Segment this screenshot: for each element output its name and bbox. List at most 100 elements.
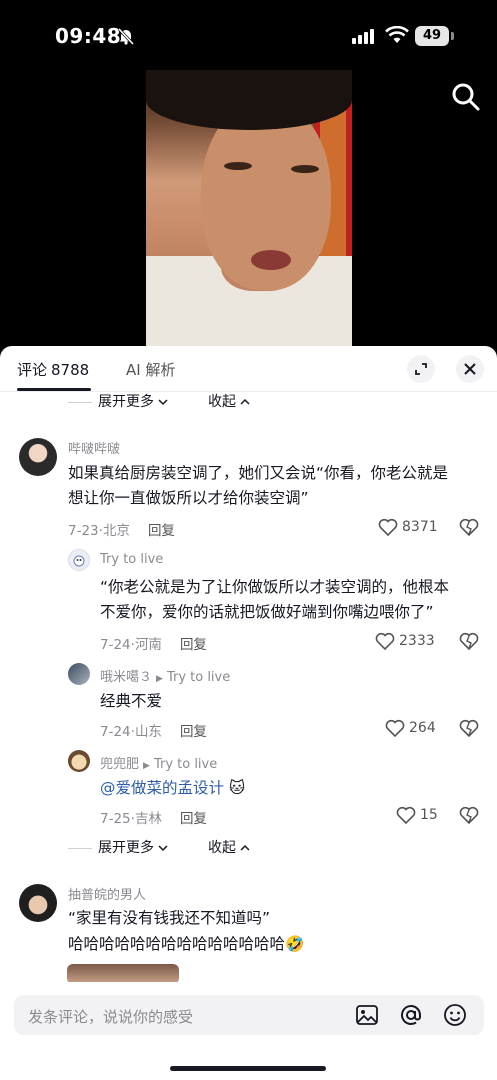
laughing-emoji: 🤣 [285, 935, 305, 953]
left-eye [224, 162, 252, 170]
reply-date: 7-25 [100, 811, 131, 827]
comment-text-line: 如果真给厨房装空调了，她们又会说“你看，你老公就是 [68, 464, 449, 482]
battery-indicator: 49 [415, 26, 449, 46]
chevron-up-icon [240, 398, 250, 405]
status-bar: 09:48 49 [0, 0, 497, 70]
expand-button[interactable] [407, 355, 435, 383]
chevron-up-icon [240, 844, 250, 851]
expand-more-button[interactable]: 展开更多 [98, 840, 168, 856]
reply-author[interactable]: 哦米噶３ [100, 670, 152, 685]
like-button[interactable]: 8371 [378, 518, 438, 536]
collapse-label: 收起 [208, 394, 236, 410]
reply-target[interactable]: Try to live [167, 670, 230, 685]
cat-emoji: 🐱 [228, 779, 246, 797]
heart-icon [378, 518, 398, 536]
video-player[interactable] [146, 70, 352, 346]
divider-line [68, 847, 92, 849]
avatar[interactable] [68, 549, 90, 571]
avatar[interactable] [68, 750, 90, 772]
mention-link[interactable]: @爱做菜的孟设计 [100, 779, 224, 797]
collapse-label: 收起 [208, 840, 236, 856]
dislike-heart-icon[interactable] [459, 806, 479, 824]
expand-more-label: 展开更多 [98, 394, 154, 410]
search-icon[interactable] [449, 80, 483, 114]
reply-location: 吉林 [134, 811, 162, 827]
expand-icon [415, 363, 427, 375]
reply-button[interactable]: 回复 [180, 637, 207, 653]
reply-location: 山东 [134, 724, 162, 740]
thread-expand-row-bottom: 展开更多 收起 [68, 837, 250, 857]
collapse-button[interactable]: 收起 [208, 391, 250, 411]
dislike-heart-icon[interactable] [459, 632, 479, 650]
comment-input-placeholder: 发条评论，说说你的感受 [28, 1008, 194, 1026]
divider-line [68, 401, 92, 403]
chevron-down-icon [158, 399, 168, 406]
reply-location: 河南 [134, 637, 162, 653]
comment-input[interactable]: 发条评论，说说你的感受 [14, 995, 484, 1035]
comment-text-line: 哈哈哈哈哈哈哈哈哈哈哈哈哈哈🤣 [68, 932, 304, 957]
right-eye [291, 165, 319, 173]
comment-username[interactable]: 抽普皖的男人 [68, 884, 146, 903]
reply-button[interactable]: 回复 [180, 724, 207, 740]
reply-target[interactable]: Try to live [154, 757, 217, 772]
comment-input-bar: 发条评论，说说你的感受 [0, 982, 497, 1080]
avatar[interactable] [19, 884, 57, 922]
reply-text-line: 不爱你，爱你的话就把饭做好端到你嘴边喂你了” [100, 603, 434, 621]
reply-button[interactable]: 回复 [148, 523, 175, 539]
like-button[interactable]: 2333 [375, 632, 435, 650]
dislike-heart-icon[interactable] [459, 719, 479, 737]
reply-meta: 7-24·河南 回复 [100, 637, 207, 653]
reply-date: 7-24 [100, 724, 131, 740]
like-button[interactable]: 15 [396, 806, 438, 824]
tab-ai-analysis[interactable]: AI 解析 [126, 359, 175, 380]
comment-text: 如果真给厨房装空调了，她们又会说“你看，你老公就是 想让你一直做饭所以才给你装空… [68, 461, 448, 511]
collapse-button[interactable]: 收起 [208, 837, 250, 857]
image-picker-icon[interactable] [354, 1002, 380, 1028]
reply-text-line: “你老公就是为了让你做饭所以才装空调的，他根本 [100, 578, 450, 596]
reply-date: 7-24 [100, 637, 131, 653]
close-button[interactable] [456, 355, 484, 383]
reply-meta: 7-24·山东 回复 [100, 724, 207, 740]
comment-username[interactable]: 哔啵哔啵 [68, 438, 120, 457]
clock: 09:48 [55, 24, 122, 48]
expand-more-button[interactable]: 展开更多 [98, 394, 168, 410]
reply-username: 哦米噶３ ▶ Try to live [100, 666, 230, 685]
wifi-icon [385, 26, 409, 43]
comment-text-line: “家里有没有钱我还不知道吗” [68, 909, 271, 927]
expand-more-label: 展开更多 [98, 840, 154, 856]
laughing-text: 哈哈哈哈哈哈哈哈哈哈哈哈哈哈 [68, 935, 286, 953]
dislike-heart-icon[interactable] [459, 518, 479, 536]
like-count: 15 [420, 807, 438, 823]
reply-text: 经典不爱 [100, 692, 163, 710]
mouth [251, 250, 291, 270]
reply-button[interactable]: 回复 [180, 811, 207, 827]
reply-arrow-icon: ▶ [143, 761, 150, 771]
like-button[interactable]: 264 [385, 719, 436, 737]
reply-username: 兜兜肥 ▶ Try to live [100, 753, 217, 772]
heart-icon [385, 719, 405, 737]
comment-tabs: 评论 8788 AI 解析 [0, 346, 497, 392]
tab-comments[interactable]: 评论 8788 [17, 359, 89, 380]
like-count: 8371 [402, 519, 438, 535]
hair [146, 70, 352, 130]
avatar[interactable] [68, 663, 90, 685]
comment-meta: 7-23·北京 回复 [68, 523, 175, 539]
like-count: 2333 [399, 633, 435, 649]
comment-date: 7-23 [68, 523, 99, 539]
reply-username[interactable]: Try to live [100, 552, 163, 567]
comment-location: 北京 [102, 523, 130, 539]
reply-text: “你老公就是为了让你做饭所以才装空调的，他根本 不爱你，爱你的话就把饭做好端到你… [100, 575, 449, 625]
reply-author[interactable]: 兜兜肥 [100, 757, 139, 772]
emoji-icon[interactable] [442, 1002, 468, 1028]
mention-at-icon[interactable] [398, 1002, 424, 1028]
bell-muted-icon [117, 27, 135, 45]
avatar[interactable] [19, 438, 57, 476]
cellular-signal-icon [352, 29, 374, 44]
comment-image[interactable] [67, 964, 179, 984]
reply-meta: 7-25·吉林 回复 [100, 811, 207, 827]
close-icon [464, 363, 476, 375]
home-indicator [170, 1066, 326, 1071]
avatar-bird-icon [73, 555, 85, 567]
chevron-down-icon [158, 845, 168, 852]
like-count: 264 [409, 720, 436, 736]
